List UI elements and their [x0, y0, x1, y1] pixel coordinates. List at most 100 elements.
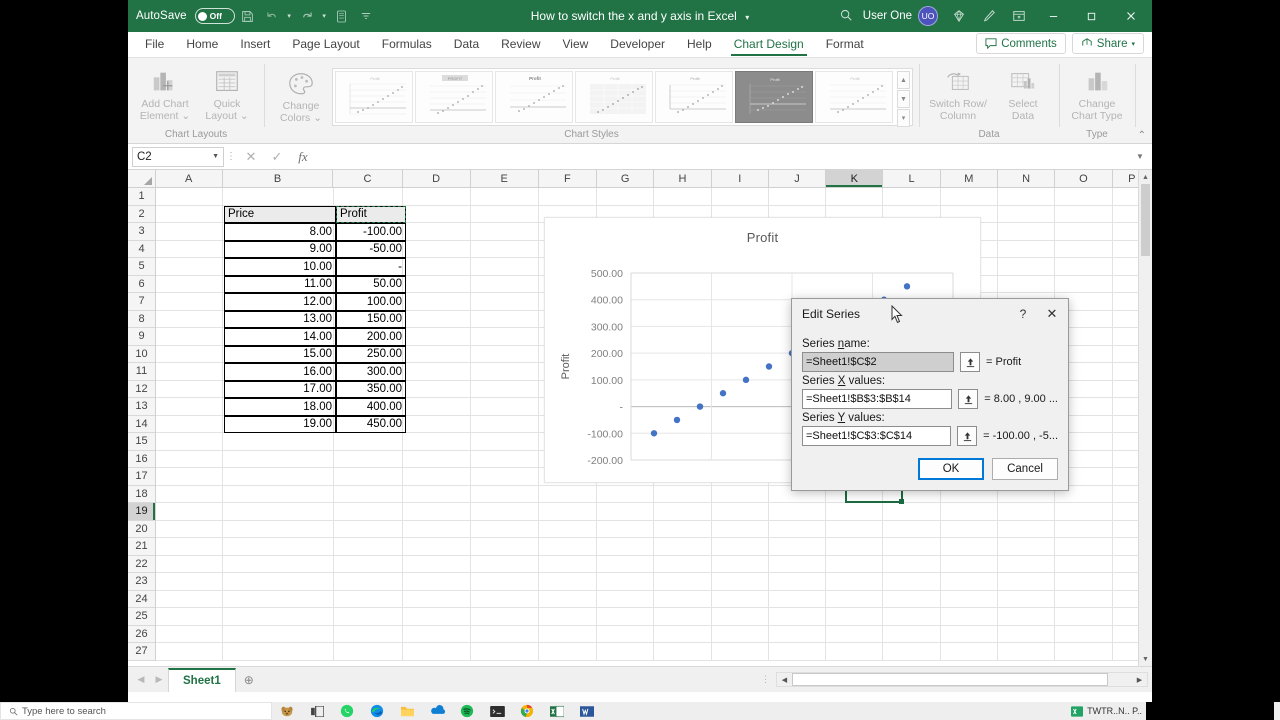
cell[interactable] [333, 538, 403, 556]
col-header-F[interactable]: F [538, 170, 598, 187]
cell[interactable] [711, 188, 769, 206]
chart-style-thumb-4[interactable]: Profit [575, 71, 653, 123]
cell[interactable] [223, 538, 334, 556]
cell[interactable] [470, 520, 539, 538]
cell[interactable] [402, 573, 471, 591]
cell[interactable] [654, 188, 712, 206]
col-header-J[interactable]: J [768, 170, 827, 187]
cell[interactable] [402, 468, 471, 486]
hscroll-right-icon[interactable]: ▶ [1132, 673, 1147, 686]
save-icon[interactable] [237, 5, 259, 27]
cell[interactable] [940, 573, 998, 591]
cell[interactable] [711, 503, 769, 521]
cell[interactable] [402, 625, 471, 643]
cell[interactable] [223, 468, 334, 486]
cell[interactable] [1055, 538, 1113, 556]
cell[interactable] [156, 293, 224, 311]
select-data-button[interactable]: Select Data [992, 64, 1054, 124]
cell[interactable] [1055, 555, 1113, 573]
col-header-M[interactable]: M [940, 170, 999, 187]
sheet-tab-sheet1[interactable]: Sheet1 [168, 667, 236, 692]
cell[interactable] [768, 590, 827, 608]
task-view-icon[interactable] [302, 702, 332, 720]
cell[interactable] [826, 590, 884, 608]
cell[interactable] [768, 625, 827, 643]
col-header-D[interactable]: D [402, 170, 471, 187]
cell[interactable] [156, 450, 224, 468]
cell[interactable] [538, 643, 598, 661]
next-sheet-icon[interactable]: ▶ [150, 674, 168, 685]
cell[interactable] [711, 643, 769, 661]
change-colors-button[interactable]: Change Colors ⌄ [270, 66, 332, 126]
cell[interactable] [223, 590, 334, 608]
enter-icon[interactable]: ✓ [264, 149, 290, 165]
cell[interactable] [597, 608, 655, 626]
cell[interactable] [654, 625, 712, 643]
terminal-icon[interactable] [482, 702, 512, 720]
cell[interactable] [156, 468, 224, 486]
chart-style-thumb-1[interactable]: Profit [335, 71, 413, 123]
cell[interactable] [470, 555, 539, 573]
maximize-button[interactable] [1072, 0, 1110, 32]
cell[interactable] [940, 555, 998, 573]
cell[interactable] [940, 520, 998, 538]
cell[interactable] [826, 503, 884, 521]
cell[interactable] [402, 363, 471, 381]
chart-style-thumb-6[interactable]: Profit [735, 71, 813, 123]
cell[interactable] [402, 433, 471, 451]
cell[interactable] [768, 538, 827, 556]
gallery-scroll-up-icon[interactable]: ▲ [897, 71, 910, 89]
cell[interactable] [1055, 258, 1113, 276]
quick-layout-button[interactable]: Quick Layout ⌄ [196, 64, 258, 124]
col-header-K[interactable]: K [826, 170, 884, 187]
cell[interactable] [470, 625, 539, 643]
cell[interactable] [597, 538, 655, 556]
series-y-collapse-dialog-icon[interactable] [957, 426, 978, 446]
select-all-corner[interactable] [128, 170, 156, 187]
switch-row-column-button[interactable]: Switch Row/ Column [924, 64, 992, 124]
vertical-scroll-thumb[interactable] [1141, 184, 1150, 256]
cell[interactable] [940, 625, 998, 643]
cell[interactable] [711, 590, 769, 608]
dialog-title-bar[interactable]: Edit Series ? ✕ [792, 299, 1068, 329]
row-header-11[interactable]: 11 [128, 363, 155, 381]
row-header-6[interactable]: 6 [128, 275, 155, 293]
cell[interactable] [402, 415, 471, 433]
help-icon[interactable]: ? [1010, 307, 1036, 321]
cell[interactable] [156, 205, 224, 223]
col-header-I[interactable]: I [711, 170, 769, 187]
cell[interactable] [883, 643, 941, 661]
cell[interactable] [997, 275, 1056, 293]
col-header-G[interactable]: G [597, 170, 655, 187]
cell[interactable] [402, 450, 471, 468]
cell[interactable] [470, 573, 539, 591]
row-header-22[interactable]: 22 [128, 555, 155, 573]
cell[interactable] [156, 328, 224, 346]
table-cell[interactable]: 100.00 [336, 293, 406, 311]
cell[interactable] [333, 503, 403, 521]
table-cell[interactable]: 250.00 [336, 345, 406, 363]
cell[interactable] [1055, 520, 1113, 538]
cell[interactable] [402, 328, 471, 346]
series-x-collapse-dialog-icon[interactable] [958, 389, 979, 409]
table-cell[interactable]: 8.00 [224, 223, 336, 241]
cell[interactable] [826, 555, 884, 573]
cell[interactable] [597, 625, 655, 643]
cell[interactable] [470, 398, 539, 416]
cell[interactable] [223, 503, 334, 521]
cell[interactable] [997, 555, 1056, 573]
word-icon[interactable] [572, 702, 602, 720]
cell[interactable] [538, 520, 598, 538]
cell[interactable] [402, 258, 471, 276]
taskbar-search[interactable]: Type here to search [0, 702, 272, 720]
cell[interactable] [997, 608, 1056, 626]
row-header-18[interactable]: 18 [128, 485, 155, 503]
cell[interactable] [997, 590, 1056, 608]
cell[interactable] [402, 590, 471, 608]
cell[interactable] [654, 555, 712, 573]
cell[interactable] [940, 503, 998, 521]
file-explorer-icon[interactable] [392, 702, 422, 720]
cell[interactable] [402, 223, 471, 241]
cell[interactable] [883, 555, 941, 573]
row-header-24[interactable]: 24 [128, 590, 155, 608]
